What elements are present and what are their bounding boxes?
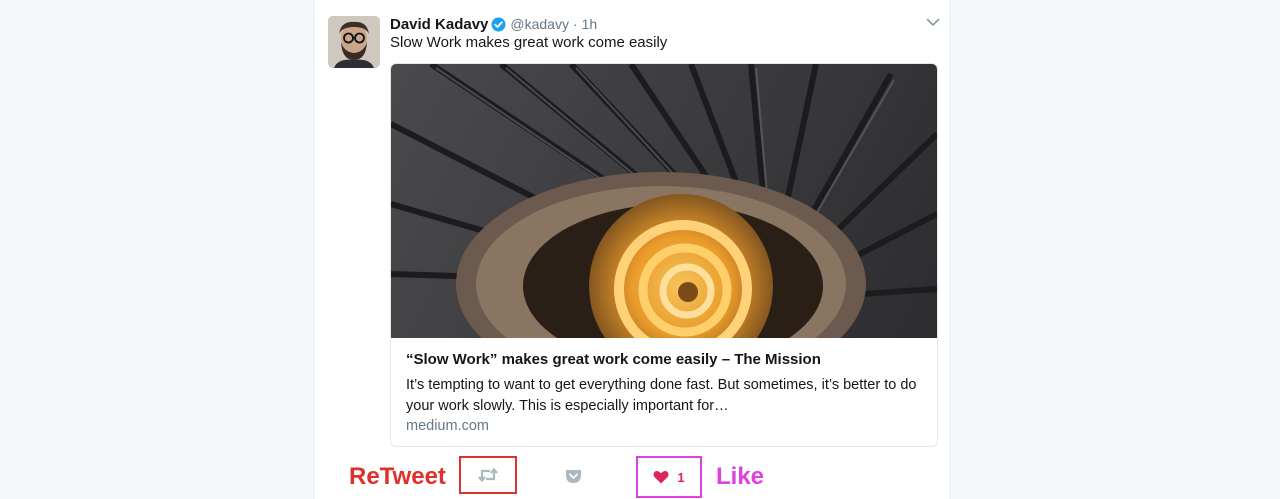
retweet-button[interactable] [459,456,517,494]
tweet-action-bar: ReTweet 1 Like [314,455,950,499]
retweet-annotation-label: ReTweet [349,463,446,490]
link-preview-card[interactable]: “Slow Work” makes great work come easily… [390,63,938,447]
like-count: 1 [677,469,685,485]
verified-badge-icon [491,17,506,32]
avatar[interactable] [328,16,380,68]
separator-dot: · [572,16,578,32]
chevron-down-icon[interactable] [924,14,942,30]
card-title: “Slow Work” makes great work come easily… [406,351,821,368]
card-image [391,64,937,338]
tweet-text: Slow Work makes great work come easily [390,34,668,51]
tweet-header: David Kadavy @kadavy · 1h [390,14,597,34]
like-annotation-label: Like [716,463,765,490]
like-button[interactable]: 1 [636,456,702,498]
author-handle[interactable]: @kadavy [510,16,569,32]
spiral-staircase-photo [391,64,937,338]
tweet-timestamp[interactable]: 1h [582,16,598,32]
card-domain: medium.com [406,418,489,434]
pocket-save-icon [565,469,581,483]
heart-icon [653,470,669,484]
author-name[interactable]: David Kadavy [390,16,488,33]
card-description: It’s tempting to want to get everything … [406,377,917,414]
pocket-save-button[interactable] [564,467,582,485]
tweet-card[interactable]: David Kadavy @kadavy · 1h Slow Work make… [313,0,951,499]
avatar-photo [328,16,380,68]
retweet-icon [478,468,498,482]
